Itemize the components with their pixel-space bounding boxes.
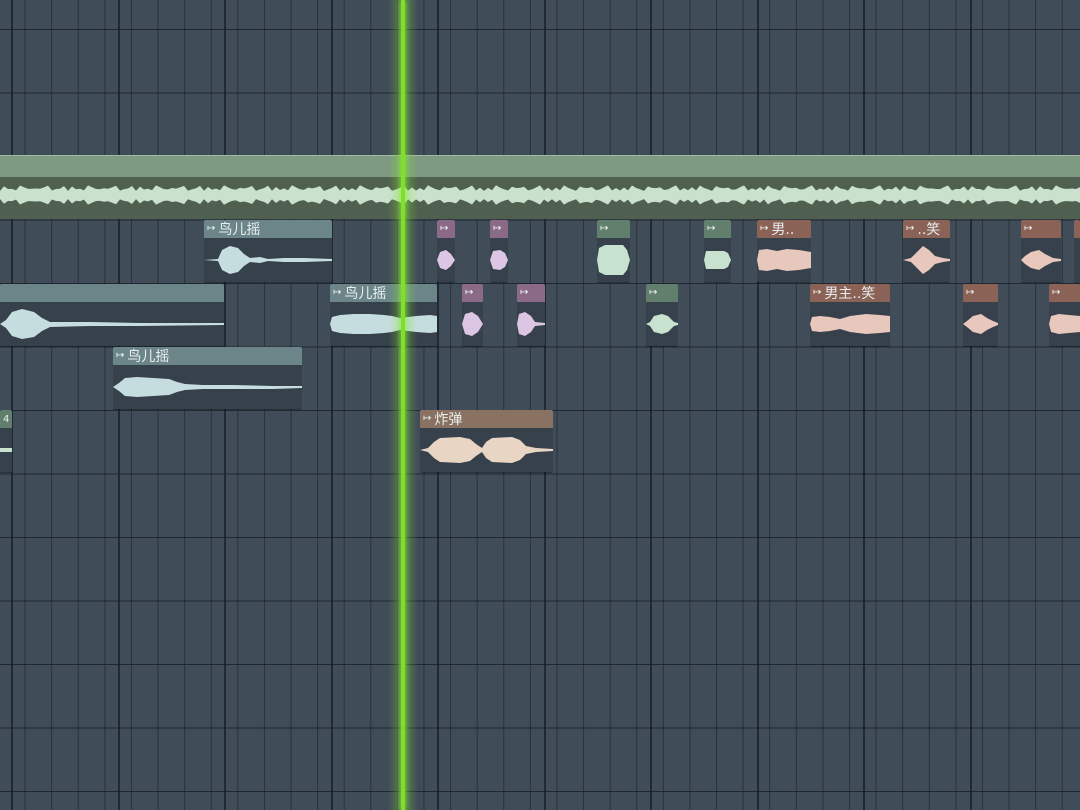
audio-clip[interactable]: ↦ xyxy=(462,284,483,346)
clip-header[interactable]: ↦ ..笑 xyxy=(903,220,950,238)
waveform xyxy=(0,185,1080,205)
bar-line xyxy=(544,0,546,810)
clip-arrow-icon: ↦ xyxy=(333,287,342,298)
playhead-marker-icon[interactable] xyxy=(401,0,405,810)
clip-arrow-icon: ↦ xyxy=(493,223,502,234)
waveform xyxy=(963,314,998,334)
clip-header[interactable]: ↦ 鸟儿摇 xyxy=(330,284,437,302)
audio-clip[interactable]: ↦ xyxy=(490,220,508,282)
audio-clip[interactable]: ↦ 男.. xyxy=(757,220,811,282)
waveform xyxy=(1021,250,1061,270)
clip-header[interactable]: ↦ xyxy=(490,220,508,238)
clip-arrow-icon: ↦ xyxy=(1024,223,1033,234)
audio-clip[interactable]: ↦ xyxy=(597,220,630,282)
clip-header[interactable]: ↦ xyxy=(597,220,630,238)
clip-header[interactable]: ↦ 炸弹 xyxy=(420,410,553,428)
clip-header[interactable]: ↦ xyxy=(1021,220,1061,238)
audio-clip[interactable] xyxy=(0,284,224,346)
audio-clip[interactable]: 4 xyxy=(0,410,12,472)
clip-arrow-icon: ↦ xyxy=(966,287,975,298)
waveform xyxy=(517,312,545,336)
clip-header[interactable]: ↦ 鸟儿摇 xyxy=(113,347,302,365)
audio-clip[interactable]: ↦ xyxy=(963,284,998,346)
waveform xyxy=(0,448,12,452)
clip-header[interactable]: ↦ xyxy=(646,284,678,302)
audio-clip[interactable]: ↦ xyxy=(704,220,731,282)
clip-arrow-icon: ↦ xyxy=(707,223,716,234)
clip-header[interactable]: ↦ xyxy=(437,220,455,238)
waveform xyxy=(646,314,678,334)
audio-clip[interactable]: ↦ xyxy=(1049,284,1080,346)
clip-arrow-icon: ↦ xyxy=(423,413,432,424)
waveform xyxy=(757,249,811,271)
waveform xyxy=(330,314,437,334)
clip-label: 鸟儿摇 xyxy=(218,222,261,238)
clip-header[interactable]: ↦ xyxy=(963,284,998,302)
audio-clip[interactable]: ↦ xyxy=(1021,220,1061,282)
clip-header[interactable]: ↦ xyxy=(462,284,483,302)
clip-arrow-icon: ↦ xyxy=(906,223,915,234)
audio-clip[interactable]: ↦ ..笑 xyxy=(903,220,950,282)
clip-arrow-icon: ↦ xyxy=(440,223,449,234)
waveform xyxy=(204,246,332,274)
audio-clip[interactable]: ↦ 鸟儿摇 xyxy=(113,347,302,409)
bar-line xyxy=(757,0,759,810)
clip-arrow-icon: ↦ xyxy=(465,287,474,298)
audio-clip[interactable]: ↦ xyxy=(517,284,545,346)
clip-label: 鸟儿摇 xyxy=(127,349,170,365)
clip-label: 男主..笑 xyxy=(824,286,876,302)
audio-clip[interactable]: ↦ 鸟儿摇 xyxy=(330,284,437,346)
clip-label: ..笑 xyxy=(917,222,941,238)
waveform xyxy=(1049,314,1080,334)
waveform xyxy=(903,246,950,274)
bar-line xyxy=(437,0,439,810)
clip-label: 炸弹 xyxy=(434,412,463,428)
waveform xyxy=(437,250,455,270)
waveform xyxy=(704,251,731,269)
clip-header[interactable]: ↦ xyxy=(704,220,731,238)
waveform xyxy=(597,245,630,275)
clip-label: 鸟儿摇 xyxy=(344,286,387,302)
audio-clip[interactable]: ↦ xyxy=(437,220,455,282)
clip-arrow-icon: ↦ xyxy=(760,223,769,234)
audio-clip[interactable] xyxy=(1074,220,1080,282)
bar-line xyxy=(863,0,865,810)
clip-arrow-icon: ↦ xyxy=(813,287,822,298)
clip-header[interactable]: ↦ xyxy=(1049,284,1080,302)
audio-clip[interactable]: ↦ 炸弹 xyxy=(420,410,553,472)
clip-header[interactable]: ↦ 男.. xyxy=(757,220,811,238)
clip-arrow-icon: ↦ xyxy=(1052,287,1061,298)
waveform xyxy=(113,377,302,397)
waveform xyxy=(810,314,890,334)
audio-clip[interactable]: ↦ xyxy=(646,284,678,346)
audio-clip[interactable]: ↦ 鸟儿摇 xyxy=(204,220,332,282)
bar-line xyxy=(970,0,972,810)
clip-header[interactable]: ↦ 鸟儿摇 xyxy=(204,220,332,238)
clip-header[interactable]: ↦ 男主..笑 xyxy=(810,284,890,302)
waveform xyxy=(0,309,224,339)
clip-header[interactable]: 4 xyxy=(0,410,12,428)
clip-label: 4 xyxy=(3,413,10,425)
clip-arrow-icon: ↦ xyxy=(116,350,125,361)
clip-arrow-icon: ↦ xyxy=(600,223,609,234)
clip-arrow-icon: ↦ xyxy=(207,223,216,234)
bar-line xyxy=(11,0,13,810)
clip-label: 男.. xyxy=(771,222,795,238)
clip-header[interactable]: ↦ xyxy=(517,284,545,302)
waveform xyxy=(462,312,483,336)
waveform xyxy=(490,250,508,270)
playlist-grid[interactable]: ↦ 鸟儿摇 ↦ ↦ ↦ ↦ ↦ 男.. ↦ ..笑 ↦ ↦ 鸟儿摇 ↦ ↦ ↦ … xyxy=(0,0,1080,810)
clip-header[interactable] xyxy=(0,284,224,302)
clip-body xyxy=(1074,238,1080,282)
clip-arrow-icon: ↦ xyxy=(520,287,529,298)
waveform xyxy=(420,437,553,463)
audio-clip-long[interactable] xyxy=(0,155,1080,219)
clip-header[interactable] xyxy=(1074,220,1080,238)
clip-arrow-icon: ↦ xyxy=(649,287,658,298)
bar-line xyxy=(650,0,652,810)
audio-clip[interactable]: ↦ 男主..笑 xyxy=(810,284,890,346)
bar-line xyxy=(331,0,333,810)
